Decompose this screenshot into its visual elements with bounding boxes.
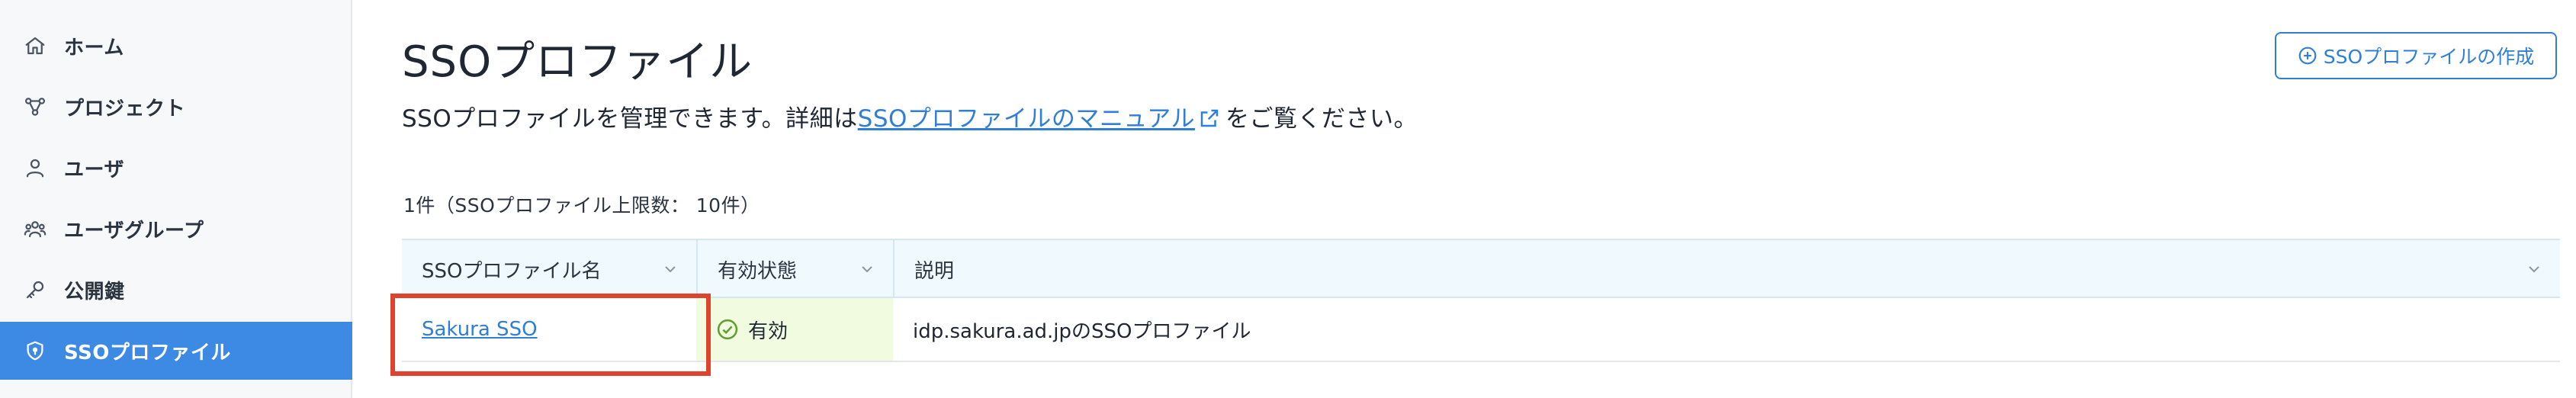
sidebar-item-label: ユーザ	[64, 158, 124, 181]
chevron-down-icon[interactable]	[661, 260, 679, 278]
page-title: SSOプロファイル	[402, 37, 753, 87]
table-header: SSOプロファイル名 有効状態 説明	[402, 239, 2560, 298]
external-link-icon	[1198, 107, 1221, 130]
user-icon	[23, 156, 47, 180]
sidebar-item-project[interactable]: プロジェクト	[0, 78, 352, 136]
check-circle-icon	[716, 318, 739, 341]
cell-description: idp.sakura.ad.jpのSSOプロファイル	[893, 298, 2560, 361]
sidebar-item-label: ホーム	[64, 36, 124, 59]
user-group-icon	[23, 217, 47, 241]
sidebar-item-sso-profile[interactable]: SSOプロファイル	[0, 322, 352, 380]
sidebar-item-home[interactable]: ホーム	[0, 17, 352, 75]
create-sso-profile-button[interactable]: SSOプロファイルの作成	[2275, 32, 2557, 79]
sidebar: ホーム プロジェクト ユーザ ユーザグループ 公開鍵 SSOプロファイル	[0, 0, 352, 398]
column-header-label: 有効状態	[718, 259, 798, 283]
shield-icon	[23, 339, 47, 363]
chevron-down-icon[interactable]	[858, 260, 876, 278]
cell-name: Sakura SSO	[402, 298, 696, 361]
sidebar-item-label: プロジェクト	[64, 97, 186, 120]
sidebar-item-label: SSOプロファイル	[64, 341, 231, 364]
sidebar-item-user-group[interactable]: ユーザグループ	[0, 200, 352, 258]
sidebar-item-user[interactable]: ユーザ	[0, 139, 352, 197]
column-header-label: SSOプロファイル名	[422, 259, 602, 283]
column-header-status[interactable]: 有効状態	[696, 240, 893, 298]
column-header-label: 説明	[914, 259, 955, 283]
create-button-label: SSOプロファイルの作成	[2323, 46, 2535, 68]
description-prefix: SSOプロファイルを管理できます。詳細は	[402, 105, 858, 133]
plus-circle-icon	[2298, 46, 2317, 66]
sidebar-item-label: ユーザグループ	[64, 219, 204, 242]
manual-link[interactable]: SSOプロファイルのマニュアル	[858, 105, 1195, 133]
sidebar-item-public-key[interactable]: 公開鍵	[0, 261, 352, 319]
sidebar-item-label: 公開鍵	[64, 280, 125, 303]
profile-name-link[interactable]: Sakura SSO	[422, 318, 538, 341]
table-row: Sakura SSO 有効 idp.sakura.ad.jpのSSOプロファイル	[402, 298, 2560, 362]
column-header-description[interactable]: 説明	[893, 240, 2560, 298]
project-icon	[23, 95, 47, 119]
profile-description: idp.sakura.ad.jpのSSOプロファイル	[913, 319, 1251, 343]
description-suffix: をご覧ください。	[1225, 105, 1418, 133]
key-icon	[23, 278, 47, 302]
sso-profile-table: SSOプロファイル名 有効状態 説明 Sakura SSO 有効 idp.sak…	[402, 239, 2560, 362]
chevron-down-icon[interactable]	[2525, 260, 2543, 278]
page-description: SSOプロファイルを管理できます。詳細はSSOプロファイルのマニュアル をご覧くだ…	[402, 99, 1418, 133]
column-header-name[interactable]: SSOプロファイル名	[402, 240, 696, 298]
cell-status: 有効	[696, 298, 893, 361]
profile-count: 1件（SSOプロファイル上限数： 10件）	[403, 194, 760, 217]
status-badge: 有効	[748, 319, 789, 343]
home-icon	[23, 34, 47, 58]
